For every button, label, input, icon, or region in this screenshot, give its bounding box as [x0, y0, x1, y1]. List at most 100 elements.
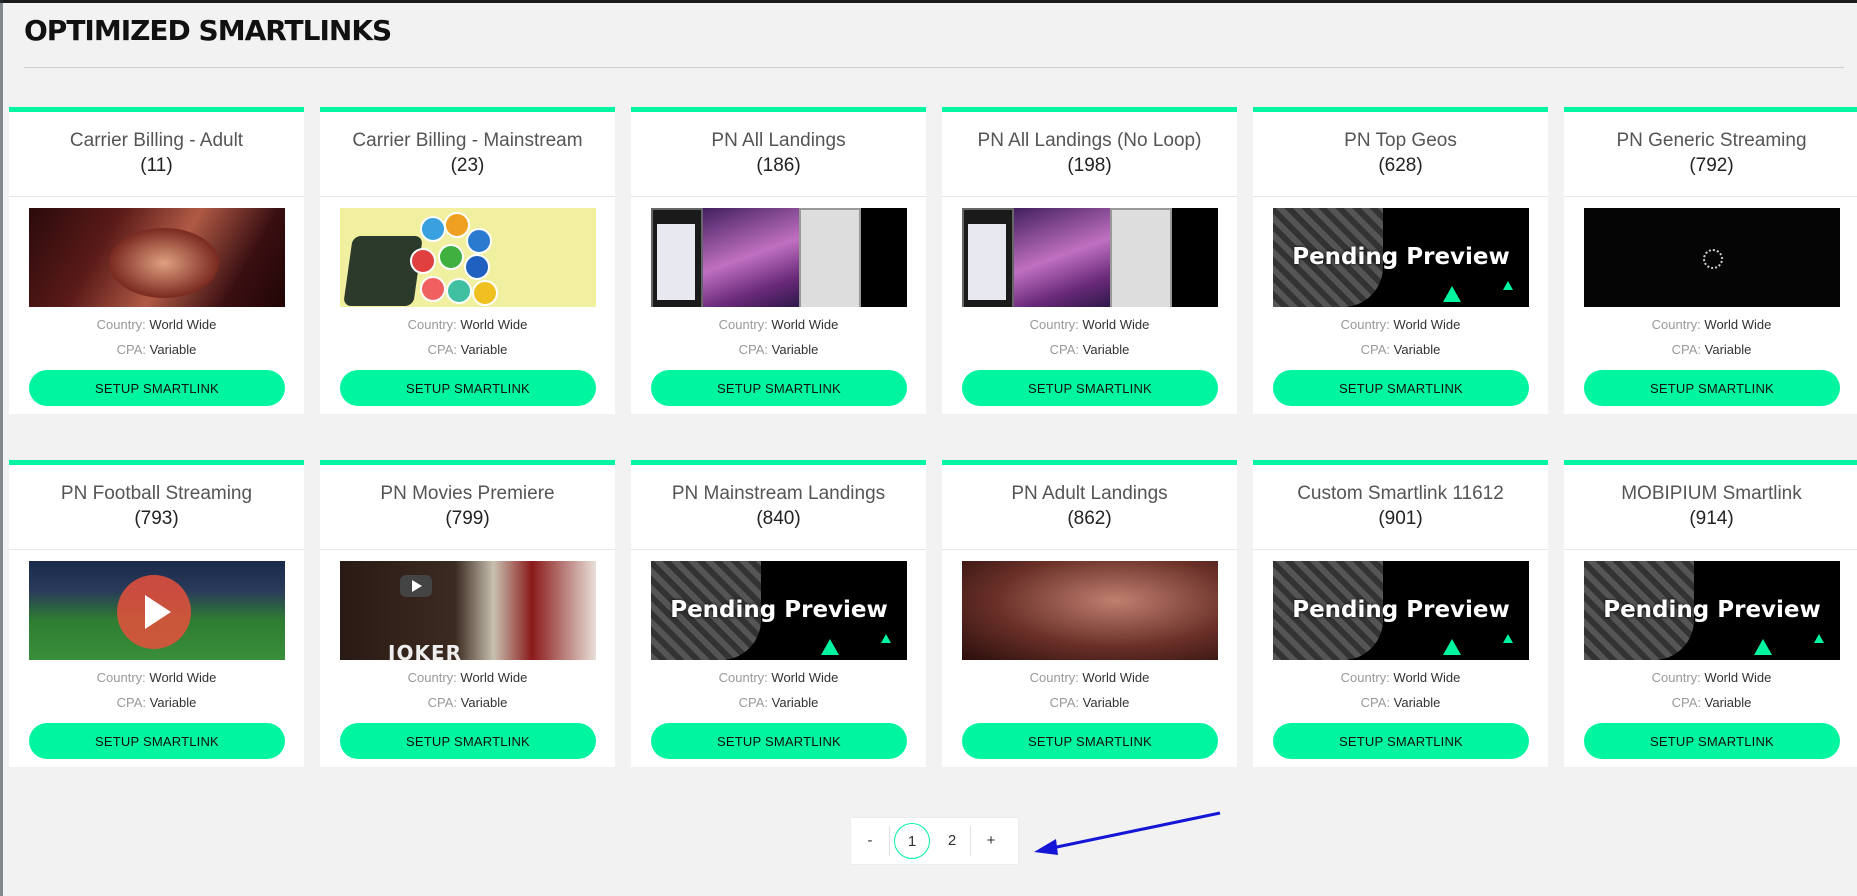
- card-name: PN Mainstream Landings: [671, 483, 886, 504]
- card-country: Country: World Wide: [631, 670, 926, 685]
- pagination-page-2[interactable]: 2: [934, 826, 970, 856]
- card-cpa: CPA: Variable: [1564, 342, 1857, 357]
- card-thumbnail: [962, 208, 1218, 307]
- triangle-icon: [1754, 639, 1772, 655]
- smartlink-grid: Carrier Billing - Adult (11) Country: Wo…: [9, 107, 1857, 767]
- country-value: World Wide: [1704, 317, 1772, 332]
- card-id: (23): [450, 155, 485, 176]
- smartlink-card: Custom Smartlink 11612 (901) Pending Pre…: [1253, 460, 1548, 767]
- card-thumbnail: Pending Preview: [1584, 561, 1840, 660]
- card-header: MOBIPIUM Smartlink (914): [1564, 465, 1857, 550]
- pagination-prev-button[interactable]: -: [851, 826, 890, 856]
- setup-smartlink-button[interactable]: SETUP SMARTLINK: [29, 723, 285, 759]
- card-name: PN Adult Landings: [1011, 483, 1168, 504]
- card-header: PN Generic Streaming (792): [1564, 112, 1857, 197]
- triangle-icon: [1503, 281, 1513, 290]
- setup-smartlink-button[interactable]: SETUP SMARTLINK: [651, 370, 907, 406]
- card-name: PN All Landings (No Loop): [977, 130, 1202, 151]
- smartlink-card: PN Mainstream Landings (840) Pending Pre…: [631, 460, 926, 767]
- card-id: (628): [1378, 155, 1423, 176]
- card-header: PN All Landings (No Loop) (198): [942, 112, 1237, 197]
- card-cpa: CPA: Variable: [942, 695, 1237, 710]
- card-thumbnail: [651, 208, 907, 307]
- card-header: PN All Landings (186): [631, 112, 926, 197]
- card-thumbnail: JOKER: [340, 561, 596, 660]
- cpa-value: Variable: [460, 695, 508, 710]
- card-name: Carrier Billing - Mainstream: [352, 130, 583, 151]
- country-label: Country:: [1029, 670, 1079, 685]
- card-id: (840): [756, 508, 801, 529]
- country-label: Country:: [1340, 317, 1390, 332]
- phone-graphic: [651, 208, 703, 307]
- pagination-page-1[interactable]: 1: [894, 823, 930, 859]
- app-bubble: [444, 212, 470, 238]
- cpa-value: Variable: [1082, 342, 1130, 357]
- card-country: Country: World Wide: [942, 670, 1237, 685]
- card-country: Country: World Wide: [1564, 317, 1857, 332]
- card-name: MOBIPIUM Smartlink: [1621, 483, 1802, 504]
- app-bubble: [420, 276, 446, 302]
- cpa-label: CPA:: [1671, 695, 1702, 710]
- cpa-value: Variable: [771, 342, 819, 357]
- setup-smartlink-button[interactable]: SETUP SMARTLINK: [340, 370, 596, 406]
- smartlink-card: PN Top Geos (628) Pending Preview Countr…: [1253, 107, 1548, 414]
- triangle-icon: [1443, 639, 1461, 655]
- card-country: Country: World Wide: [9, 670, 304, 685]
- cpa-value: Variable: [149, 695, 197, 710]
- card-cpa: CPA: Variable: [1253, 695, 1548, 710]
- pagination-next-button[interactable]: +: [970, 826, 1011, 856]
- setup-smartlink-button[interactable]: SETUP SMARTLINK: [29, 370, 285, 406]
- cpa-label: CPA:: [738, 342, 769, 357]
- cpa-value: Variable: [460, 342, 508, 357]
- card-country: Country: World Wide: [942, 317, 1237, 332]
- card-country: Country: World Wide: [1564, 670, 1857, 685]
- pending-preview-label: Pending Preview: [1603, 597, 1821, 623]
- setup-smartlink-button[interactable]: SETUP SMARTLINK: [651, 723, 907, 759]
- pending-preview-label: Pending Preview: [1292, 244, 1510, 270]
- setup-smartlink-button[interactable]: SETUP SMARTLINK: [340, 723, 596, 759]
- setup-smartlink-button[interactable]: SETUP SMARTLINK: [1584, 370, 1840, 406]
- card-name: PN Movies Premiere: [380, 483, 555, 504]
- annotation-arrow-icon: [1034, 811, 1221, 855]
- card-header: PN Mainstream Landings (840): [631, 465, 926, 550]
- country-label: Country:: [1340, 670, 1390, 685]
- card-header: PN Top Geos (628): [1253, 112, 1548, 197]
- cpa-value: Variable: [1704, 342, 1752, 357]
- country-value: World Wide: [1393, 317, 1461, 332]
- card-thumbnail: [340, 208, 596, 307]
- country-value: World Wide: [771, 317, 839, 332]
- poster-title: JOKER: [388, 641, 463, 660]
- card-cpa: CPA: Variable: [631, 695, 926, 710]
- triangle-icon: [881, 634, 891, 643]
- app-bubble: [410, 248, 436, 274]
- cpa-label: CPA:: [116, 342, 147, 357]
- cpa-label: CPA:: [1360, 342, 1391, 357]
- card-thumbnail: Pending Preview: [1273, 208, 1529, 307]
- country-value: World Wide: [1082, 317, 1150, 332]
- cpa-value: Variable: [1393, 695, 1441, 710]
- setup-smartlink-button[interactable]: SETUP SMARTLINK: [1584, 723, 1840, 759]
- card-id: (799): [445, 508, 490, 529]
- setup-smartlink-button[interactable]: SETUP SMARTLINK: [1273, 723, 1529, 759]
- phone-screen: [968, 224, 1006, 300]
- smartlink-card: PN Movies Premiere (799) JOKER Country: …: [320, 460, 615, 767]
- card-country: Country: World Wide: [1253, 317, 1548, 332]
- country-value: World Wide: [771, 670, 839, 685]
- card-cpa: CPA: Variable: [1564, 695, 1857, 710]
- card-name: PN Generic Streaming: [1616, 130, 1807, 151]
- setup-smartlink-button[interactable]: SETUP SMARTLINK: [962, 370, 1218, 406]
- play-icon: [117, 575, 191, 649]
- card-name: Custom Smartlink 11612: [1297, 483, 1504, 504]
- card-thumbnail: [29, 208, 285, 307]
- setup-smartlink-button[interactable]: SETUP SMARTLINK: [1273, 370, 1529, 406]
- app-bubble: [472, 280, 498, 306]
- pending-preview-label: Pending Preview: [1292, 597, 1510, 623]
- card-country: Country: World Wide: [9, 317, 304, 332]
- setup-smartlink-button[interactable]: SETUP SMARTLINK: [962, 723, 1218, 759]
- loading-spinner-icon: [1703, 249, 1723, 269]
- card-name: PN Football Streaming: [60, 483, 253, 504]
- card-id: (862): [1067, 508, 1112, 529]
- triangle-icon: [1503, 634, 1513, 643]
- smartlink-card: Carrier Billing - Mainstream (23) Countr…: [320, 107, 615, 414]
- country-value: World Wide: [1082, 670, 1150, 685]
